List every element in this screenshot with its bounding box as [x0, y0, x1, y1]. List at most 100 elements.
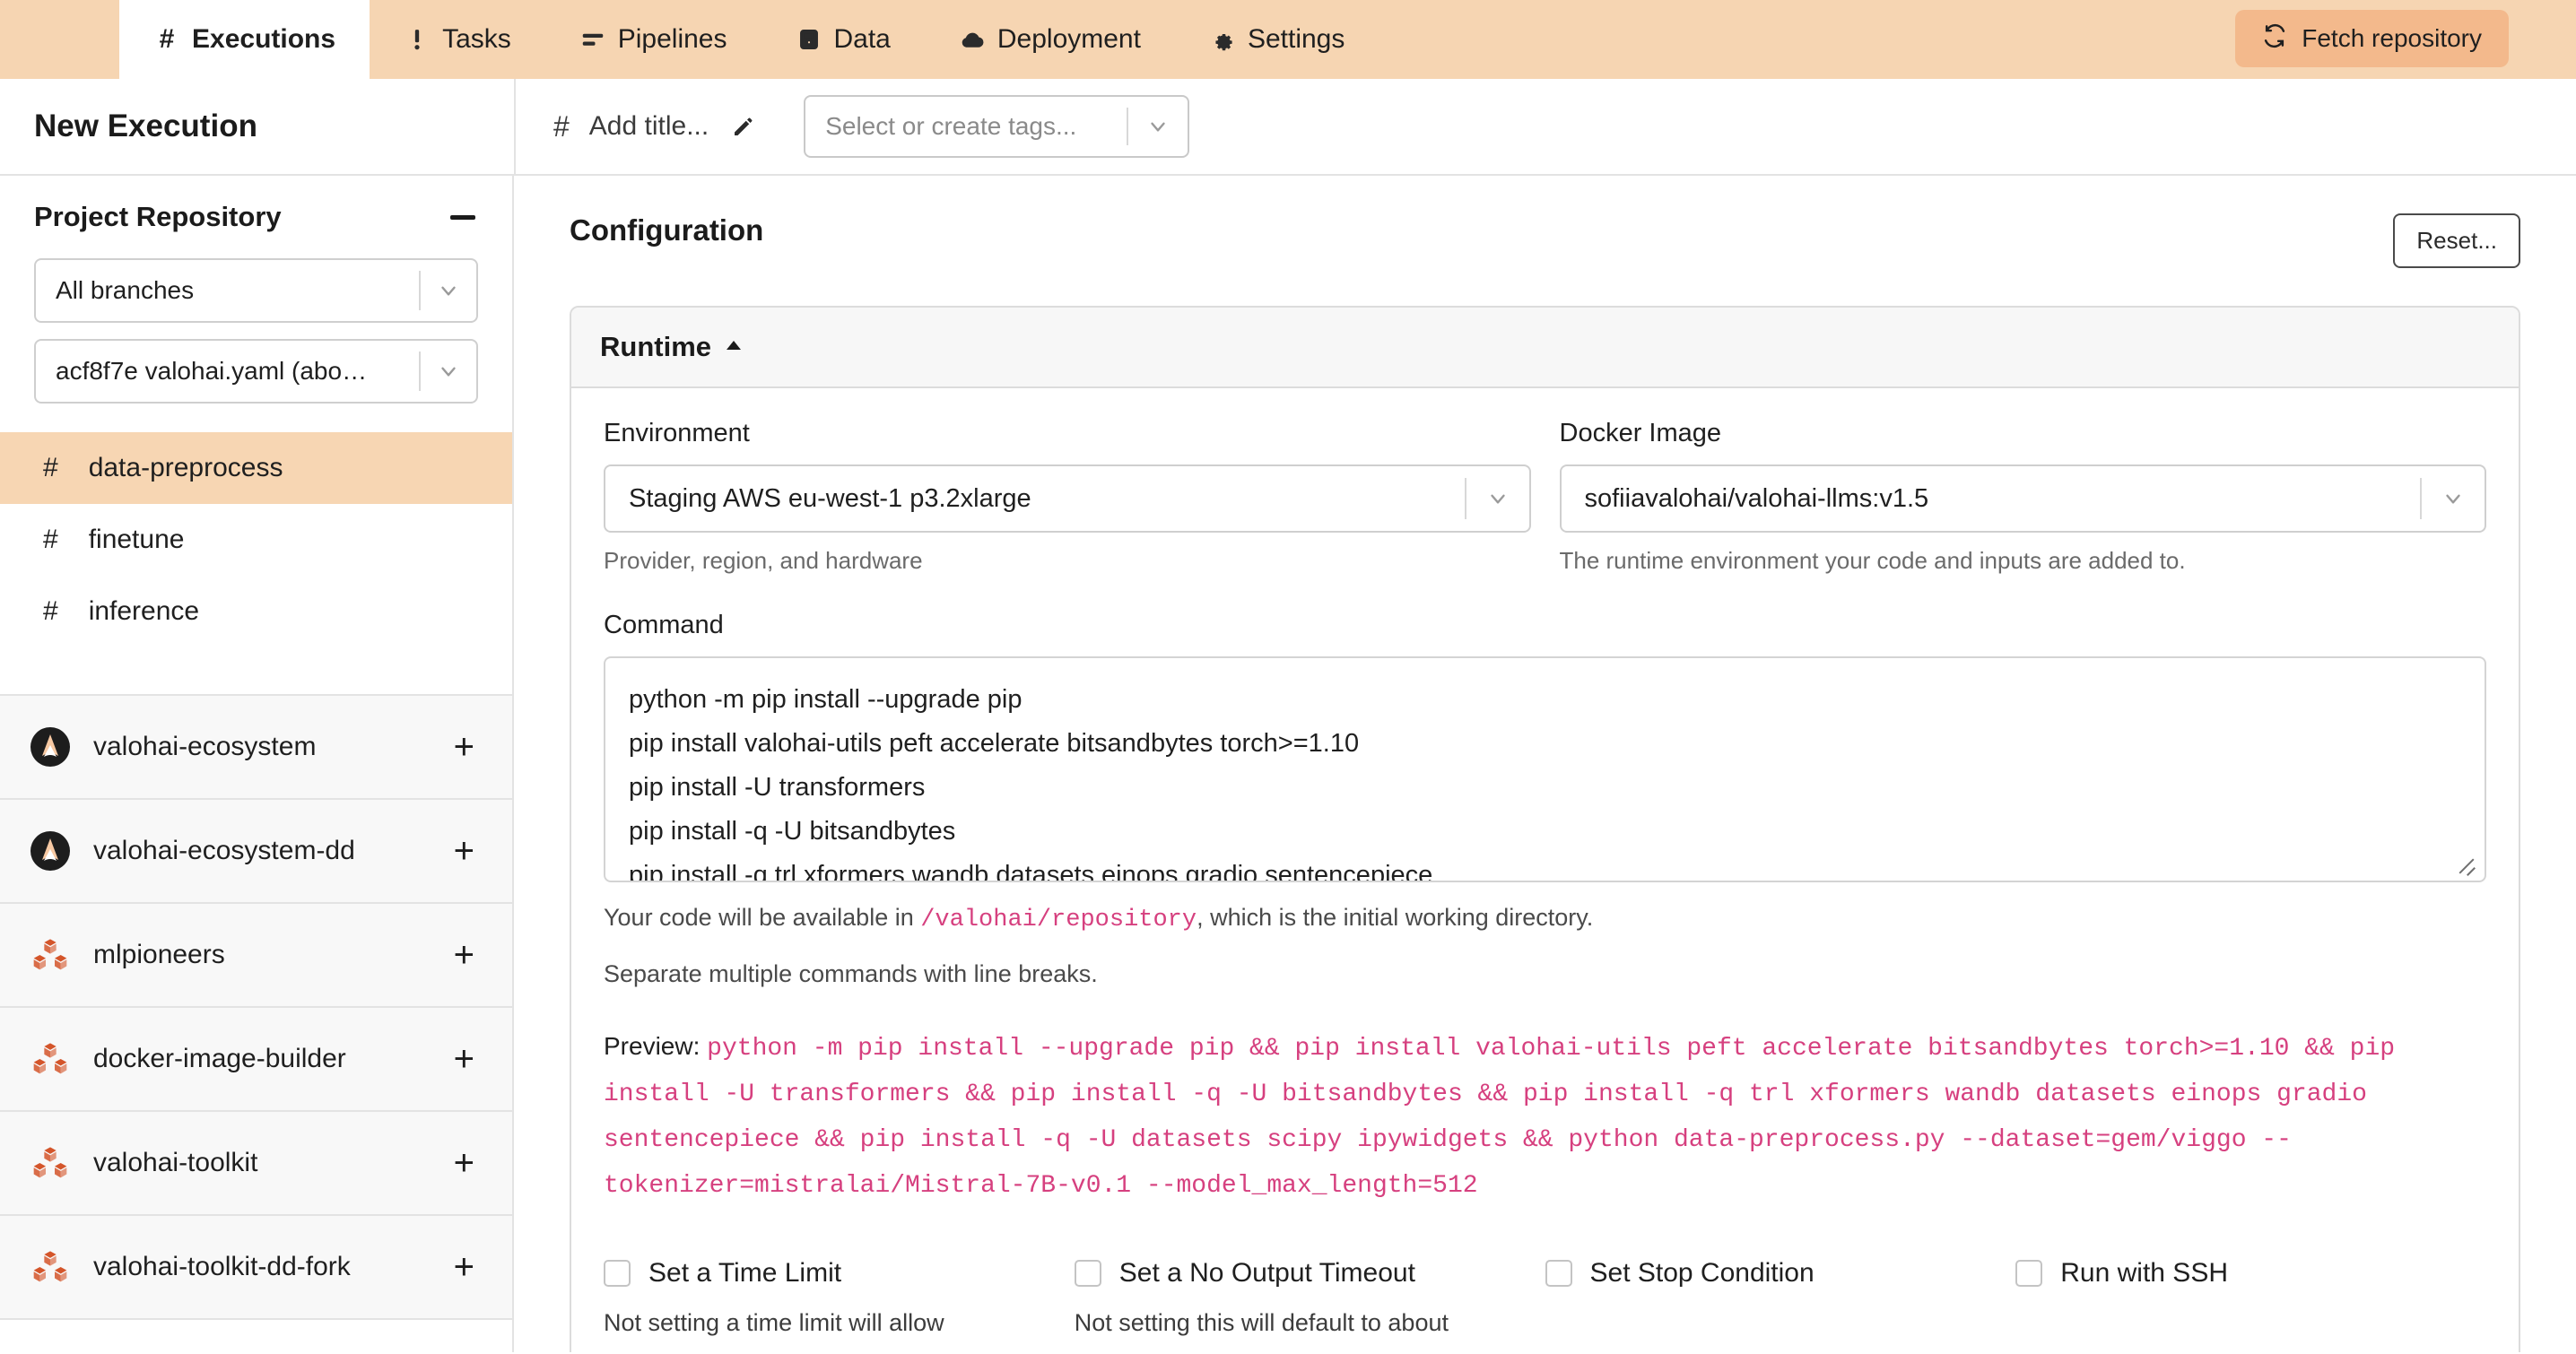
- set-stop-condition-checkbox[interactable]: [1545, 1260, 1572, 1287]
- branch-select-value: All branches: [56, 276, 195, 304]
- tab-executions[interactable]: # Executions: [119, 0, 370, 79]
- chevron-down-icon[interactable]: [421, 279, 476, 302]
- docker-image-label: Docker Image: [1559, 419, 1722, 447]
- branch-select[interactable]: All branches: [34, 258, 478, 323]
- command-note-line-breaks: Separate multiple commands with line bre…: [604, 960, 1098, 987]
- commit-select[interactable]: acf8f7e valohai.yaml (abo…: [34, 339, 478, 404]
- option-run-with-ssh: Run with SSH: [2015, 1258, 2486, 1352]
- runtime-options-row: Set a Time Limit Not setting a time limi…: [604, 1253, 2486, 1352]
- command-line: pip install -q -U bitsandbytes: [629, 817, 956, 846]
- equals-icon: [579, 26, 606, 53]
- command-note-working-dir: Your code will be available in /valohai/…: [604, 898, 2486, 939]
- tab-data[interactable]: Data: [761, 0, 925, 79]
- tags-select[interactable]: Select or create tags...: [804, 95, 1190, 158]
- left-sidebar: Project Repository All branches acf8f7e …: [0, 176, 514, 1352]
- repository-name: valohai-ecosystem: [93, 732, 317, 761]
- gear-icon: [1209, 26, 1236, 53]
- plus-icon[interactable]: +: [448, 729, 480, 765]
- repository-row-valohai-toolkit[interactable]: valohai-toolkit +: [0, 1112, 512, 1216]
- project-repository-title: Project Repository: [34, 201, 282, 232]
- sidebar-step-finetune[interactable]: # finetune: [0, 504, 512, 576]
- command-textarea[interactable]: python -m pip install --upgrade pip pip …: [604, 656, 2486, 882]
- database-icon: [796, 26, 822, 53]
- tab-deployment[interactable]: Deployment: [925, 0, 1175, 79]
- note-path: /valohai/repository: [920, 907, 1197, 933]
- option-set-no-output-timeout: Set a No Output Timeout Not setting this…: [1074, 1258, 1545, 1352]
- command-line: pip install valohai-utils peft accelerat…: [629, 729, 1360, 758]
- note-prefix: Your code will be available in: [604, 904, 921, 931]
- plus-icon[interactable]: +: [448, 1249, 480, 1285]
- runtime-card-title: Runtime: [600, 331, 711, 362]
- run-with-ssh-checkbox[interactable]: [2015, 1260, 2043, 1287]
- repository-name: valohai-toolkit-dd-fork: [93, 1252, 351, 1281]
- set-time-limit-checkbox[interactable]: [604, 1260, 631, 1287]
- project-repository-header: Project Repository: [0, 176, 512, 242]
- option-description: Not setting a time limit will allow the …: [604, 1309, 944, 1352]
- docker-image-value: sofiiavalohai/valohai-llms:v1.5: [1584, 483, 1929, 513]
- cubes-icon: [27, 1249, 74, 1285]
- chevron-down-icon[interactable]: [1466, 487, 1529, 510]
- docker-image-select[interactable]: sofiiavalohai/valohai-llms:v1.5: [1559, 464, 2486, 533]
- repository-row-mlpioneers[interactable]: mlpioneers +: [0, 904, 512, 1008]
- repository-row-valohai-ecosystem-dd[interactable]: valohai-ecosystem-dd +: [0, 800, 512, 904]
- option-label: Run with SSH: [2060, 1258, 2228, 1288]
- step-label: inference: [88, 596, 200, 626]
- runtime-card: Runtime Environment Staging AWS eu-west-…: [570, 306, 2520, 1352]
- exclamation-icon: [404, 26, 431, 53]
- body-container: Project Repository All branches acf8f7e …: [0, 176, 2576, 1352]
- set-no-output-timeout-checkbox[interactable]: [1074, 1260, 1101, 1287]
- preview-label: Preview:: [604, 1032, 701, 1060]
- step-label: data-preprocess: [88, 453, 283, 482]
- add-title-input[interactable]: Add title...: [589, 111, 709, 142]
- repository-row-docker-image-builder[interactable]: docker-image-builder +: [0, 1008, 512, 1112]
- hash-icon: #: [159, 24, 175, 54]
- fetch-repository-button[interactable]: Fetch repository: [2235, 10, 2509, 67]
- configuration-title: Configuration: [570, 213, 764, 247]
- sidebar-step-inference[interactable]: # inference: [0, 576, 512, 647]
- pencil-icon[interactable]: [728, 111, 759, 142]
- repository-name: valohai-ecosystem-dd: [93, 836, 355, 865]
- repository-row-valohai-ecosystem[interactable]: valohai-ecosystem +: [0, 696, 512, 800]
- plus-icon[interactable]: +: [448, 1041, 480, 1077]
- chevron-down-icon[interactable]: [2422, 487, 2485, 510]
- hash-icon: #: [43, 453, 58, 482]
- caret-up-icon[interactable]: [724, 338, 744, 357]
- execution-title-area: # Add title... Select or create tags...: [514, 79, 1190, 174]
- command-preview: Preview: python -m pip install --upgrade…: [604, 1025, 2486, 1208]
- hash-icon: #: [43, 525, 58, 554]
- tab-tasks[interactable]: Tasks: [370, 0, 545, 79]
- environment-field: Environment Staging AWS eu-west-1 p3.2xl…: [604, 419, 1531, 575]
- commit-select-value: acf8f7e valohai.yaml (abo…: [56, 357, 368, 385]
- page-title: New Execution: [34, 108, 257, 143]
- tags-placeholder: Select or create tags...: [825, 112, 1077, 140]
- tab-deployment-label: Deployment: [996, 24, 1141, 54]
- repository-name: mlpioneers: [93, 940, 225, 969]
- plus-icon[interactable]: +: [448, 1145, 480, 1181]
- sidebar-step-data-preprocess[interactable]: # data-preprocess: [0, 432, 512, 504]
- reset-button[interactable]: Reset...: [2393, 213, 2520, 268]
- command-line: pip install -U transformers: [629, 773, 926, 802]
- valohai-logo-icon: [27, 725, 74, 768]
- cubes-icon: [27, 937, 74, 973]
- plus-icon[interactable]: +: [448, 833, 480, 869]
- hash-icon: #: [43, 596, 58, 626]
- chevron-down-icon[interactable]: [1128, 115, 1188, 138]
- repository-name: valohai-toolkit: [93, 1148, 258, 1177]
- command-label: Command: [604, 611, 724, 639]
- repository-name: docker-image-builder: [93, 1044, 346, 1073]
- tab-settings[interactable]: Settings: [1175, 0, 1379, 79]
- option-set-time-limit: Set a Time Limit Not setting a time limi…: [604, 1258, 1075, 1352]
- option-set-stop-condition: Set Stop Condition: [1545, 1258, 2016, 1352]
- resize-grip-icon[interactable]: [2454, 852, 2477, 876]
- environment-label: Environment: [604, 419, 750, 447]
- repository-list: valohai-ecosystem + valohai-ecosystem-dd…: [0, 696, 512, 1320]
- chevron-down-icon[interactable]: [421, 360, 476, 383]
- option-label: Set a Time Limit: [648, 1258, 842, 1288]
- plus-icon[interactable]: +: [448, 937, 480, 973]
- runtime-card-header[interactable]: Runtime: [571, 308, 2519, 388]
- tab-pipelines[interactable]: Pipelines: [545, 0, 761, 79]
- repository-row-valohai-toolkit-dd-fork[interactable]: valohai-toolkit-dd-fork +: [0, 1216, 512, 1320]
- environment-select[interactable]: Staging AWS eu-west-1 p3.2xlarge: [604, 464, 1531, 533]
- cloud-icon: [959, 26, 986, 53]
- minus-icon[interactable]: [448, 202, 478, 232]
